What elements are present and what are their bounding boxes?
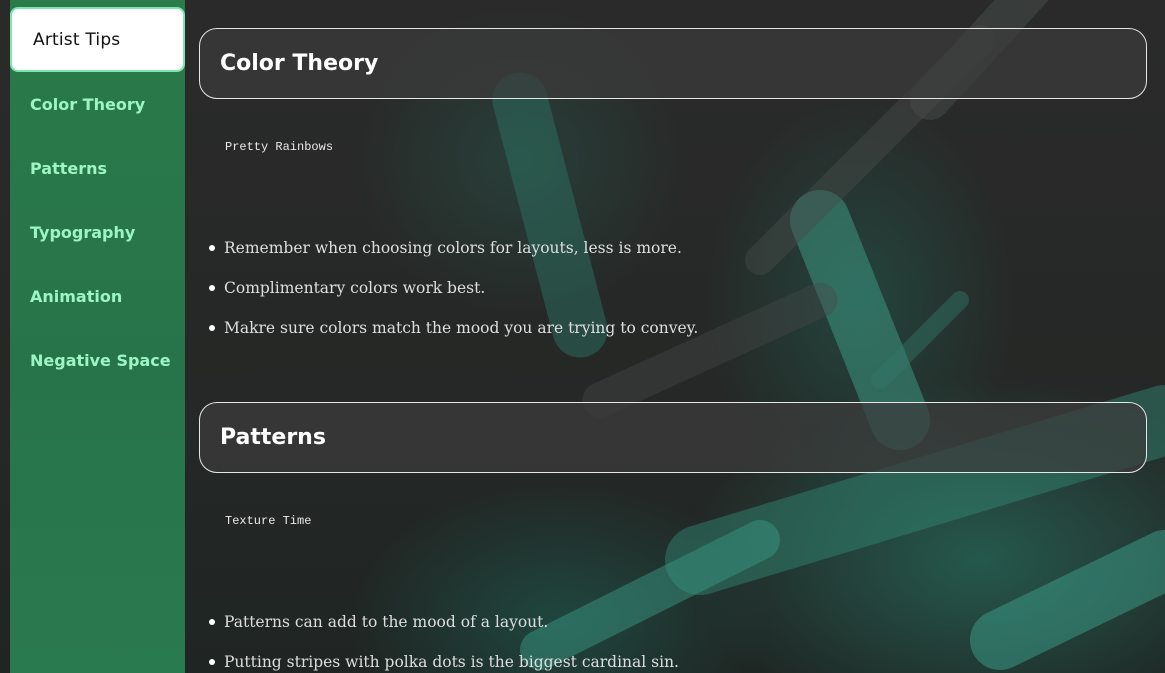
tip-text: Putting stripes with polka dots is the b… — [224, 653, 679, 671]
tips-list: Remember when choosing colors for layout… — [209, 238, 698, 358]
tip-text: Remember when choosing colors for layout… — [224, 239, 682, 257]
nav-item-color-theory[interactable]: Color Theory — [30, 95, 145, 114]
site-logo-title[interactable]: Artist Tips — [10, 7, 185, 72]
list-item: Patterns can add to the mood of a layout… — [209, 612, 679, 652]
sidebar: Artist Tips Color Theory Patterns Typogr… — [10, 0, 185, 673]
section-title-patterns: Patterns — [199, 402, 1147, 473]
list-item: Makre sure colors match the mood you are… — [209, 318, 698, 358]
bullet-icon — [209, 285, 215, 291]
list-item: Putting stripes with polka dots is the b… — [209, 652, 679, 672]
bullet-icon — [209, 245, 215, 251]
list-item: Complimentary colors work best. — [209, 278, 698, 318]
nav-item-animation[interactable]: Animation — [30, 287, 122, 306]
tip-text: Patterns can add to the mood of a layout… — [224, 613, 549, 631]
tips-list: Patterns can add to the mood of a layout… — [209, 612, 679, 672]
bullet-icon — [209, 619, 215, 625]
nav-item-patterns[interactable]: Patterns — [30, 159, 107, 178]
section-subtitle: Texture Time — [225, 514, 312, 528]
bullet-icon — [209, 659, 215, 665]
section-subtitle: Pretty Rainbows — [225, 140, 334, 154]
tip-text: Complimentary colors work best. — [224, 279, 486, 297]
nav-item-negative-space[interactable]: Negative Space — [30, 351, 171, 370]
section-title-color-theory: Color Theory — [199, 28, 1147, 99]
tip-text: Makre sure colors match the mood you are… — [224, 319, 699, 337]
list-item: Remember when choosing colors for layout… — [209, 238, 698, 278]
nav-item-typography[interactable]: Typography — [30, 223, 135, 242]
bullet-icon — [209, 325, 215, 331]
